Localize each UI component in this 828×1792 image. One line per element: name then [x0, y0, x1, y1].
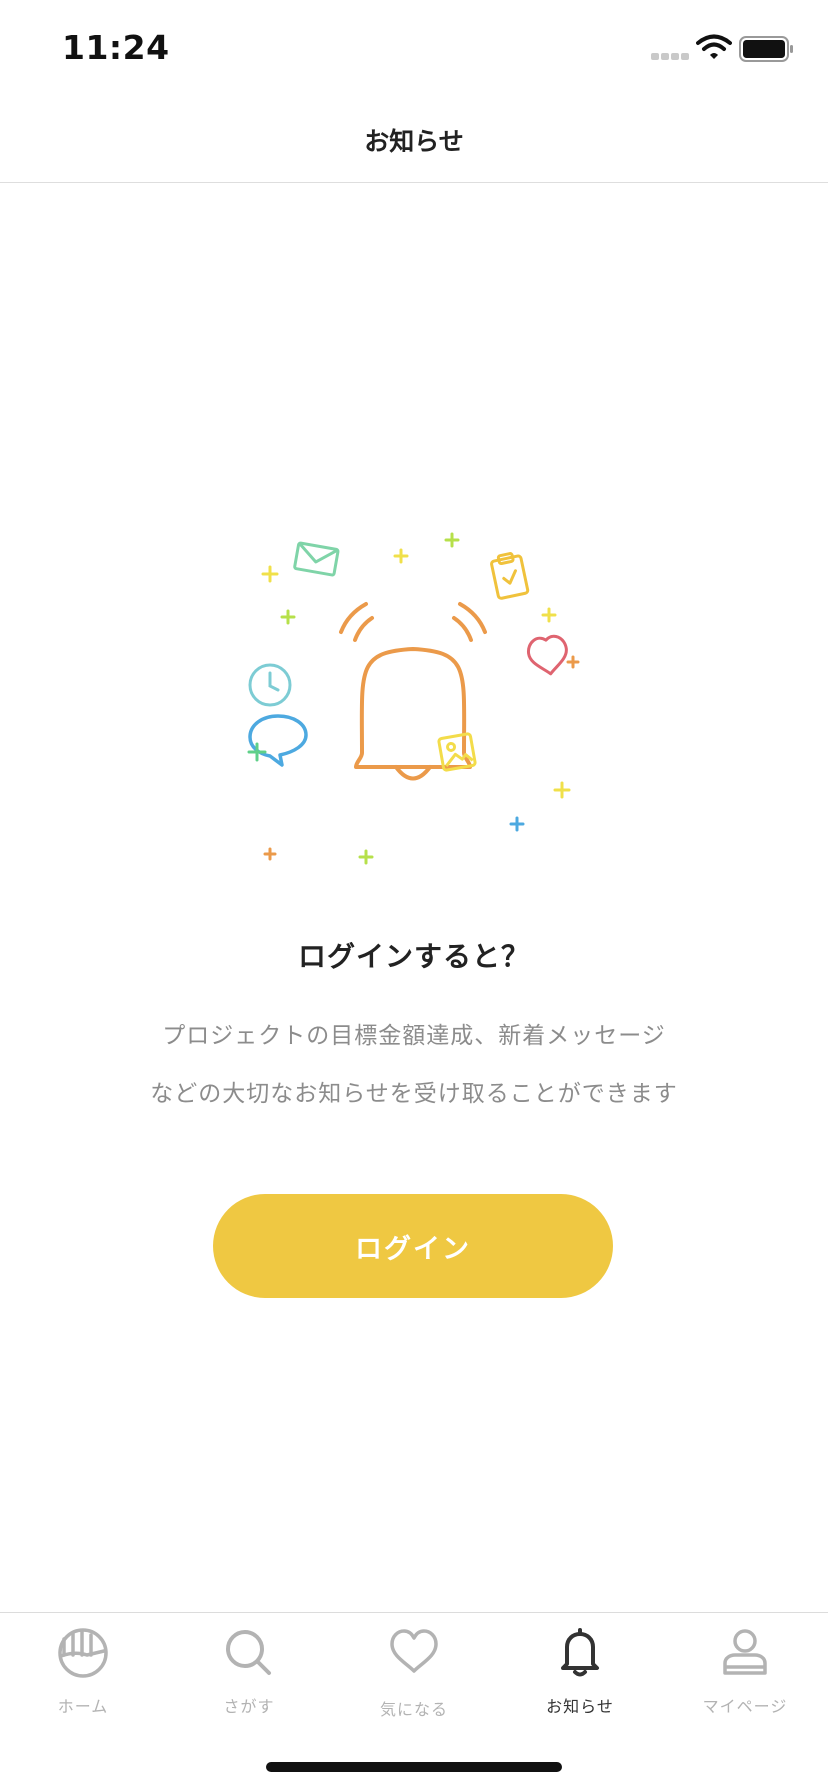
clipboard-icon: [490, 552, 530, 600]
login-prompt-headline: ログインすると？: [297, 940, 530, 973]
clock-icon: [248, 663, 292, 707]
page-title: お知らせ: [364, 127, 464, 156]
status-bar: 11:24: [0, 0, 828, 96]
tab-favorites-label: 気になる: [379, 1700, 448, 1719]
battery-icon: [739, 36, 793, 62]
wifi-icon: [696, 34, 732, 59]
tab-mypage-label: マイページ: [702, 1697, 788, 1716]
tab-favorites[interactable]: 気になる: [331, 1613, 497, 1723]
tab-home-label: ホーム: [57, 1697, 109, 1716]
envelope-icon: [293, 541, 340, 577]
person-icon: [723, 1629, 767, 1675]
status-time: 11:24: [62, 28, 170, 67]
heart-small-icon: [527, 634, 568, 676]
tab-home[interactable]: ホーム: [0, 1613, 166, 1723]
tab-mypage[interactable]: マイページ: [662, 1613, 828, 1723]
tab-notifications[interactable]: お知らせ: [497, 1613, 663, 1723]
heart-icon: [390, 1629, 438, 1673]
tab-search[interactable]: さがす: [166, 1613, 332, 1723]
notification-illustration: [247, 532, 580, 865]
notifications-screen: 11:24 お知らせ ログインすると？ プロジェクトの目標金額達成、新着メッセー…: [0, 0, 828, 1792]
sparkle-icons: [247, 532, 580, 865]
picture-icon: [437, 732, 477, 772]
bell-illustration-icon: [339, 602, 487, 781]
home-indicator: [266, 1762, 562, 1772]
login-button[interactable]: ログイン: [213, 1194, 613, 1298]
description-line-2: などの大切なお知らせを受け取ることができます: [150, 1081, 678, 1107]
nav-header: お知らせ: [0, 96, 828, 183]
login-button-label: ログイン: [355, 1233, 471, 1265]
description-line-1: プロジェクトの目標金額達成、新着メッセージ: [162, 1023, 666, 1049]
cellular-signal-icon: [651, 50, 691, 62]
home-icon: [58, 1628, 108, 1678]
bell-icon: [561, 1628, 599, 1677]
tab-notifications-label: お知らせ: [546, 1697, 614, 1716]
search-icon: [226, 1630, 271, 1675]
tab-search-label: さがす: [223, 1697, 275, 1716]
